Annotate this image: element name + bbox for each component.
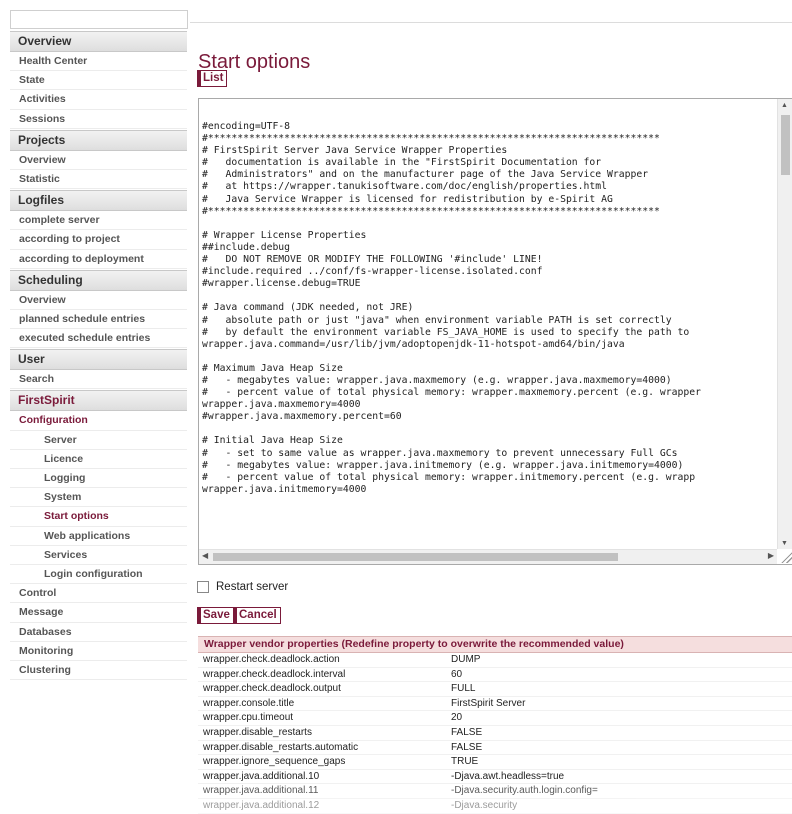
sidebar-item-login-configuration[interactable]: Login configuration: [10, 565, 187, 585]
sidebar-item-monitoring[interactable]: Monitoring: [10, 642, 187, 661]
sidebar-item-search[interactable]: Search: [10, 370, 187, 390]
sidebar-header-user[interactable]: User: [10, 349, 187, 371]
scroll-left-icon[interactable]: ◀: [202, 551, 208, 560]
property-key: wrapper.disable_restarts: [203, 726, 312, 738]
property-value: -Djava.awt.headless=true: [451, 770, 565, 782]
property-value: -Djava.security: [451, 799, 518, 811]
sidebar-item-databases[interactable]: Databases: [10, 623, 187, 642]
sidebar-header-logfiles[interactable]: Logfiles: [10, 190, 187, 212]
vertical-scrollbar[interactable]: ▲ ▼: [777, 99, 792, 549]
resize-grip-icon[interactable]: [780, 551, 792, 563]
sidebar-item-statistic[interactable]: Statistic: [10, 170, 187, 190]
property-value: FALSE: [451, 726, 483, 738]
property-key: wrapper.check.deadlock.action: [203, 654, 340, 665]
sidebar-item-services[interactable]: Services: [10, 546, 187, 565]
sidebar-item-complete-server[interactable]: complete server: [10, 211, 187, 231]
sidebar-item-according-to-project[interactable]: according to project: [10, 230, 187, 250]
property-key: wrapper.java.additional.10: [203, 770, 320, 782]
sidebar-item-executed-schedule-entries[interactable]: executed schedule entries: [10, 329, 187, 349]
property-key: wrapper.disable_restarts.automatic: [203, 741, 359, 753]
sidebar-item-system[interactable]: System: [10, 488, 187, 508]
property-value: DUMP: [451, 654, 481, 665]
save-button[interactable]: Save: [197, 607, 234, 624]
table-row: wrapper.ignore_sequence_gaps TRUE: [198, 755, 792, 770]
property-value: -Djava.security.auth.login.config=: [451, 785, 598, 797]
property-key: wrapper.ignore_sequence_gaps: [203, 756, 346, 768]
table-row: wrapper.java.additional.10 -Djava.awt.he…: [198, 770, 792, 785]
sidebar-item-scheduling-overview[interactable]: Overview: [10, 291, 187, 310]
search-input[interactable]: [10, 10, 188, 29]
sidebar-item-clustering[interactable]: Clustering: [10, 661, 187, 681]
sidebar-item-licence[interactable]: Licence: [10, 450, 187, 469]
property-key: wrapper.java.additional.11: [203, 785, 319, 797]
property-key: wrapper.java.additional.12: [203, 799, 320, 811]
sidebar-item-activities[interactable]: Activities: [10, 90, 187, 110]
config-editor-text[interactable]: #encoding=UTF-8 #***********************…: [202, 121, 778, 547]
sidebar-item-control[interactable]: Control: [10, 584, 187, 604]
sidebar-header-firstspirit[interactable]: FirstSpirit: [10, 390, 187, 412]
sidebar-header-overview[interactable]: Overview: [10, 31, 187, 52]
restart-server-checkbox[interactable]: [197, 581, 209, 593]
cancel-button[interactable]: Cancel: [233, 607, 281, 624]
sidebar-header-scheduling[interactable]: Scheduling: [10, 269, 187, 291]
property-value: 60: [451, 668, 463, 680]
vendor-properties-header: Wrapper vendor properties (Redefine prop…: [198, 636, 792, 653]
scroll-up-icon[interactable]: ▲: [781, 102, 788, 109]
table-row: wrapper.check.deadlock.action DUMP: [198, 653, 792, 668]
vendor-properties-table: Wrapper vendor properties (Redefine prop…: [198, 636, 792, 814]
sidebar-item-state[interactable]: State: [10, 71, 187, 91]
sidebar-header-projects[interactable]: Projects: [10, 129, 187, 151]
property-value: TRUE: [451, 756, 479, 768]
property-value: FULL: [451, 683, 476, 695]
sidebar-nav: Overview Health Center State Activities …: [10, 30, 187, 681]
table-row: wrapper.check.deadlock.interval 60: [198, 668, 792, 683]
config-editor[interactable]: #encoding=UTF-8 #***********************…: [198, 98, 792, 565]
sidebar-item-logging[interactable]: Logging: [10, 469, 187, 489]
sidebar-item-according-to-deployment[interactable]: according to deployment: [10, 250, 187, 269]
vertical-scrollbar-thumb[interactable]: [781, 115, 790, 175]
scroll-right-icon[interactable]: ▶: [768, 551, 774, 560]
sidebar-item-planned-schedule-entries[interactable]: planned schedule entries: [10, 310, 187, 330]
sidebar-item-server[interactable]: Server: [10, 431, 187, 450]
horizontal-scrollbar-thumb[interactable]: [213, 553, 618, 561]
horizontal-scrollbar[interactable]: ◀ ▶: [199, 549, 777, 564]
property-key: wrapper.cpu.timeout: [203, 712, 294, 724]
sidebar-item-message[interactable]: Message: [10, 603, 187, 623]
table-row: wrapper.console.title FirstSpirit Server: [198, 697, 792, 712]
table-row: wrapper.java.additional.11 -Djava.securi…: [198, 784, 792, 799]
property-key: wrapper.check.deadlock.interval: [203, 668, 346, 680]
sidebar-item-start-options[interactable]: Start options: [10, 507, 187, 527]
table-row: wrapper.check.deadlock.output FULL: [198, 682, 792, 697]
property-key: wrapper.check.deadlock.output: [203, 683, 341, 695]
table-row: wrapper.disable_restarts.automatic FALSE: [198, 741, 792, 756]
sidebar-item-health-center[interactable]: Health Center: [10, 52, 187, 72]
sidebar-item-projects-overview[interactable]: Overview: [10, 151, 187, 170]
table-row: wrapper.disable_restarts FALSE: [198, 726, 792, 741]
table-row: wrapper.java.additional.12 -Djava.securi…: [198, 799, 792, 814]
restart-server-row[interactable]: Restart server: [197, 580, 288, 594]
sidebar-item-configuration[interactable]: Configuration: [10, 411, 187, 431]
property-value: 20: [451, 712, 463, 724]
list-button[interactable]: List: [197, 70, 228, 87]
top-divider: [190, 22, 792, 23]
property-value: FALSE: [451, 741, 483, 753]
property-key: wrapper.console.title: [203, 697, 295, 709]
sidebar-item-web-applications[interactable]: Web applications: [10, 527, 187, 546]
scroll-down-icon[interactable]: ▼: [781, 540, 788, 547]
restart-server-label[interactable]: Restart server: [216, 581, 288, 593]
property-value: FirstSpirit Server: [451, 697, 526, 709]
sidebar-item-sessions[interactable]: Sessions: [10, 110, 187, 129]
table-row: wrapper.cpu.timeout 20: [198, 711, 792, 726]
